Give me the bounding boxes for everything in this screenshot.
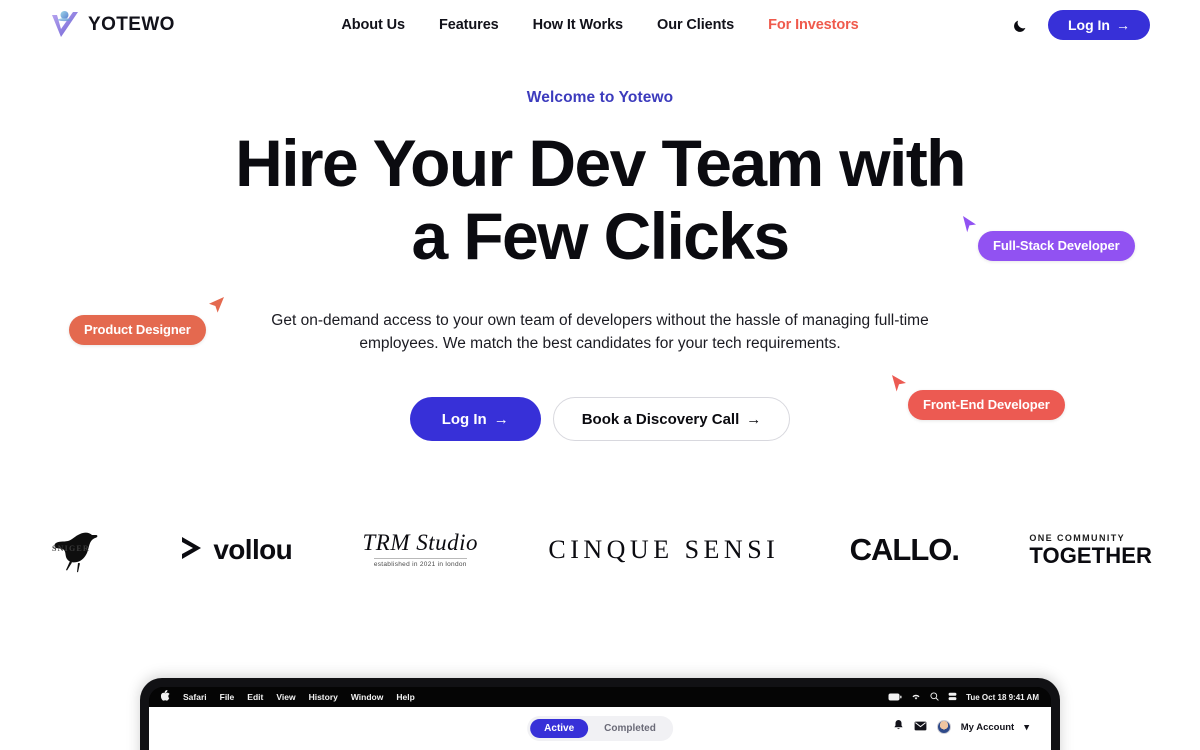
battery-icon[interactable]: [888, 688, 902, 706]
client-logo-together-top-text: ONE COMMUNITY: [1029, 532, 1126, 543]
moon-icon[interactable]: [1010, 15, 1030, 35]
mac-status-datetime: Tue Oct 18 9:41 AM: [966, 692, 1039, 702]
arrow-right-icon: →: [493, 410, 509, 428]
hero-login-label: Log In: [441, 410, 487, 428]
hero-login-button[interactable]: Log In →: [409, 397, 541, 441]
book-discovery-call-label: Book a Discovery Call: [581, 410, 740, 428]
client-logo-trm-studio-tagline: established in 2021 in london: [373, 557, 467, 569]
nav-item-our-clients[interactable]: Our Clients: [657, 17, 734, 33]
badge-front-end-developer: Front-End Developer: [908, 390, 1065, 420]
macos-menu-bar: Safari File Edit View History Window Hel…: [149, 687, 1051, 707]
tab-active[interactable]: Active: [530, 719, 589, 738]
mac-menu-view[interactable]: View: [276, 692, 295, 702]
header-actions: Log In →: [1010, 10, 1150, 40]
hero-subtitle-line-1: Get on-demand access to your own team of…: [271, 312, 871, 329]
bell-icon[interactable]: [893, 718, 904, 736]
mac-menu-window[interactable]: Window: [351, 692, 384, 702]
client-logo-one-community-together: ONE COMMUNITY TOGETHER: [1029, 520, 1152, 580]
tab-completed[interactable]: Completed: [590, 719, 670, 738]
client-logo-strip: SNIGER vollou TRM Studio established in …: [0, 515, 1200, 585]
client-logo-sniger-text: SNIGER: [52, 544, 90, 553]
app-tab-group: Active Completed: [527, 716, 673, 741]
mac-menu-help[interactable]: Help: [396, 692, 414, 702]
landing-page: YOTEWO About Us Features How It Works Ou…: [0, 0, 1200, 750]
book-discovery-call-button[interactable]: Book a Discovery Call →: [552, 397, 791, 441]
search-icon[interactable]: [930, 688, 939, 706]
badge-product-designer: Product Designer: [69, 315, 206, 345]
apple-logo-icon[interactable]: [160, 688, 170, 706]
device-screen: Safari File Edit View History Window Hel…: [149, 687, 1051, 750]
hero-subtitle: Get on-demand access to your own team of…: [250, 309, 950, 355]
app-toolbar-actions: My Account ▾: [893, 718, 1029, 736]
client-logo-trm-studio-text: TRM Studio: [362, 529, 479, 555]
avatar[interactable]: [936, 720, 951, 734]
wifi-icon[interactable]: [911, 688, 921, 706]
nav-item-about-us[interactable]: About Us: [341, 17, 405, 33]
nav-item-how-it-works[interactable]: How It Works: [533, 17, 623, 33]
site-header: YOTEWO About Us Features How It Works Ou…: [0, 0, 1200, 50]
client-logo-sniger: SNIGER: [48, 520, 110, 580]
client-logo-cinque-sensi: CINQUE SENSI: [548, 520, 779, 580]
nav-item-features[interactable]: Features: [439, 17, 499, 33]
bird-mark-icon: SNIGER: [48, 526, 110, 574]
nav-item-for-investors[interactable]: For Investors: [768, 17, 859, 33]
client-logo-vollou-text: vollou: [213, 534, 293, 565]
hero-eyebrow: Welcome to Yotewo: [526, 89, 674, 106]
device-mockup: Safari File Edit View History Window Hel…: [140, 678, 1060, 750]
mac-menu-edit[interactable]: Edit: [247, 692, 263, 702]
my-account-menu[interactable]: My Account: [961, 722, 1014, 733]
hero-title-line-1: Hire Your Dev Team with: [235, 126, 966, 200]
hero-title-line-2: a Few Clicks: [411, 199, 791, 273]
arrow-right-icon: →: [746, 410, 762, 428]
badge-full-stack-developer: Full-Stack Developer: [978, 231, 1135, 261]
control-center-icon[interactable]: [948, 688, 957, 706]
chevron-down-icon[interactable]: ▾: [1024, 722, 1029, 733]
header-login-button[interactable]: Log In →: [1048, 10, 1150, 40]
client-logo-callo: CALLO.: [849, 520, 960, 580]
client-logo-callo-text: CALLO.: [849, 532, 960, 567]
app-top-bar: YOTEWO Active Completed: [149, 707, 1051, 750]
mail-icon[interactable]: [914, 718, 927, 736]
client-logo-cinque-sensi-text: CINQUE SENSI: [548, 535, 780, 564]
mac-menu-safari[interactable]: Safari: [183, 692, 207, 702]
client-logo-trm-studio: TRM Studio established in 2021 in london: [363, 520, 479, 580]
header-login-label: Log In: [1068, 17, 1110, 33]
arrow-right-icon: →: [1116, 17, 1130, 33]
client-logo-vollou: vollou: [180, 520, 293, 580]
play-triangle-icon: [180, 535, 204, 566]
mac-menu-history[interactable]: History: [309, 692, 338, 702]
mac-menu-file[interactable]: File: [220, 692, 235, 702]
client-logo-together-bottom-text: TOGETHER: [1029, 542, 1152, 568]
